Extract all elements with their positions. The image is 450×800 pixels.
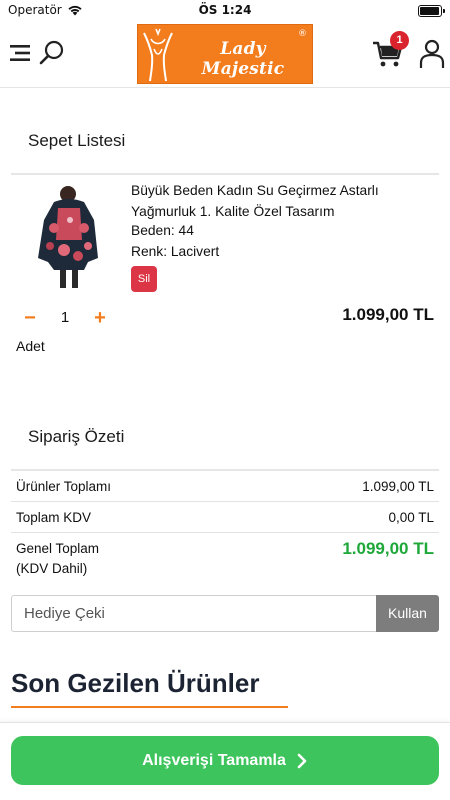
product-price: 1.099,00 TL — [342, 305, 434, 324]
row-divider — [11, 532, 439, 533]
checkout-button[interactable]: Alışverişi Tamamla — [11, 736, 439, 785]
summary-title: Sipariş Özeti — [28, 427, 125, 446]
summary-row-label: Ürünler Toplamı — [16, 479, 112, 494]
quantity-label: Adet — [16, 338, 45, 354]
logo-mark-icon — [143, 28, 173, 82]
chevron-right-icon — [297, 753, 307, 768]
product-name[interactable]: Büyük Beden Kadın Su Geçirmez Astarlı Ya… — [131, 180, 431, 222]
grand-total-note: (KDV Dahil) — [16, 561, 88, 576]
delete-button[interactable]: Sil — [131, 266, 157, 292]
recently-viewed-title: Son Gezilen Ürünler — [11, 668, 260, 698]
product-size: Beden: 44 — [131, 223, 194, 238]
status-time: ÖS 1:24 — [198, 3, 252, 17]
product-image[interactable] — [24, 180, 114, 290]
summary-divider — [11, 469, 439, 471]
apply-voucher-button[interactable]: Kullan — [376, 595, 439, 632]
battery-icon — [418, 5, 445, 17]
cart-list-title: Sepet Listesi — [28, 131, 126, 150]
cart-divider — [11, 173, 439, 175]
gift-voucher-input[interactable] — [11, 595, 376, 632]
increase-quantity-button[interactable]: + — [88, 306, 112, 330]
recently-viewed-underline — [11, 706, 288, 708]
search-icon[interactable] — [38, 39, 66, 67]
grand-total-label: Genel Toplam — [16, 541, 100, 556]
status-bar: Operatör ÖS 1:24 — [0, 0, 450, 22]
logo-registered: ® — [298, 29, 307, 39]
checkout-label: Alışverişi Tamamla — [142, 751, 286, 769]
user-icon[interactable] — [419, 39, 445, 69]
product-color: Renk: Lacivert — [131, 244, 220, 259]
row-divider — [11, 501, 439, 502]
battery-level — [420, 7, 439, 15]
grand-total-value: 1.099,00 TL — [342, 539, 434, 558]
cart-count-badge: 1 — [390, 31, 409, 50]
logo-text: Lady Majestic — [201, 39, 285, 79]
brand-logo[interactable]: Lady Majestic ® — [137, 24, 313, 84]
app-header: Lady Majestic ® 1 — [0, 22, 450, 88]
quantity-value[interactable]: 1 — [53, 309, 77, 326]
decrease-quantity-button[interactable]: − — [18, 306, 42, 330]
menu-icon[interactable] — [9, 42, 31, 64]
summary-row-value: 1.099,00 TL — [362, 479, 434, 494]
summary-row-value: 0,00 TL — [388, 510, 434, 525]
summary-row-label: Toplam KDV — [16, 510, 92, 525]
